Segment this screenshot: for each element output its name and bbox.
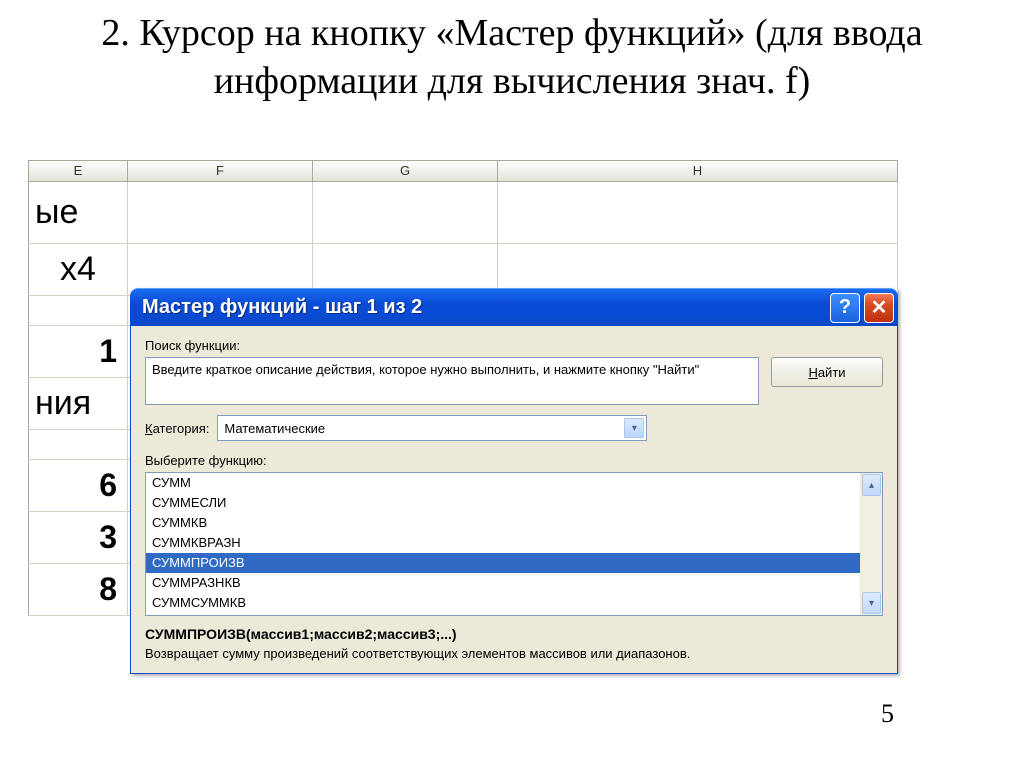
close-button[interactable]: ✕	[864, 293, 894, 323]
category-select[interactable]: Математические ▾	[217, 415, 647, 441]
cell[interactable]: 8	[28, 564, 128, 615]
cell[interactable]	[313, 182, 498, 243]
help-button[interactable]: ?	[830, 293, 860, 323]
cell[interactable]	[28, 430, 128, 459]
scroll-down-icon[interactable]: ▾	[862, 592, 881, 614]
select-function-label: Выберите функцию:	[145, 453, 883, 468]
list-item[interactable]: СУММКВРАЗН	[146, 533, 860, 553]
search-label: Поиск функции:	[145, 338, 883, 353]
list-item[interactable]: СУММКВ	[146, 513, 860, 533]
col-header-g[interactable]: G	[313, 161, 498, 181]
close-icon: ✕	[871, 295, 888, 320]
function-list-items: СУММСУММЕСЛИСУММКВСУММКВРАЗНСУММПРОИЗВСУ…	[146, 473, 860, 615]
list-item[interactable]: СУММПРОИЗВ	[146, 553, 860, 573]
col-header-f[interactable]: F	[128, 161, 313, 181]
page-number: 5	[881, 699, 894, 729]
find-button[interactable]: Найти	[771, 357, 883, 387]
search-input[interactable]: Введите краткое описание действия, котор…	[145, 357, 759, 405]
cell[interactable]: x4	[28, 244, 128, 295]
scroll-up-icon[interactable]: ▴	[862, 474, 881, 496]
cell[interactable]	[128, 182, 313, 243]
list-item[interactable]: СУММРАЗНКВ	[146, 573, 860, 593]
dialog-title: Мастер функций - шаг 1 из 2	[142, 296, 826, 319]
function-wizard-dialog: Мастер функций - шаг 1 из 2 ? ✕ Поиск фу…	[130, 288, 898, 674]
col-header-e[interactable]: E	[28, 161, 128, 181]
column-headers: E F G H	[28, 160, 898, 182]
cell[interactable]: 3	[28, 512, 128, 563]
cell[interactable]: 6	[28, 460, 128, 511]
scroll-track[interactable]	[861, 497, 882, 591]
function-description: Возвращает сумму произведений соответств…	[145, 646, 883, 663]
col-header-h[interactable]: H	[498, 161, 898, 181]
dialog-titlebar[interactable]: Мастер функций - шаг 1 из 2 ? ✕	[130, 288, 898, 326]
dialog-body: Поиск функции: Введите краткое описание …	[130, 326, 898, 674]
list-item[interactable]: СУММСУММКВ	[146, 593, 860, 613]
category-label: Категория:	[145, 421, 209, 436]
sheet-row: ые	[28, 182, 898, 244]
chevron-down-icon[interactable]: ▾	[624, 418, 644, 438]
cell[interactable]: ые	[28, 182, 128, 243]
function-listbox[interactable]: СУММСУММЕСЛИСУММКВСУММКВРАЗНСУММПРОИЗВСУ…	[145, 472, 883, 616]
list-item[interactable]: СУММ	[146, 473, 860, 493]
cell[interactable]: ния	[28, 378, 128, 429]
category-value: Математические	[224, 421, 325, 436]
function-syntax: СУММПРОИЗВ(массив1;массив2;массив3;...)	[145, 626, 883, 642]
cell[interactable]	[28, 296, 128, 325]
cell[interactable]	[498, 182, 898, 243]
list-item[interactable]: СУММЕСЛИ	[146, 493, 860, 513]
slide-title: 2. Курсор на кнопку «Мастер функций» (дл…	[0, 0, 1024, 105]
find-label: айти	[818, 365, 846, 380]
scrollbar[interactable]: ▴ ▾	[860, 473, 882, 615]
question-icon: ?	[839, 296, 851, 319]
cell[interactable]: 1	[28, 326, 128, 377]
find-accel: Н	[808, 365, 817, 380]
